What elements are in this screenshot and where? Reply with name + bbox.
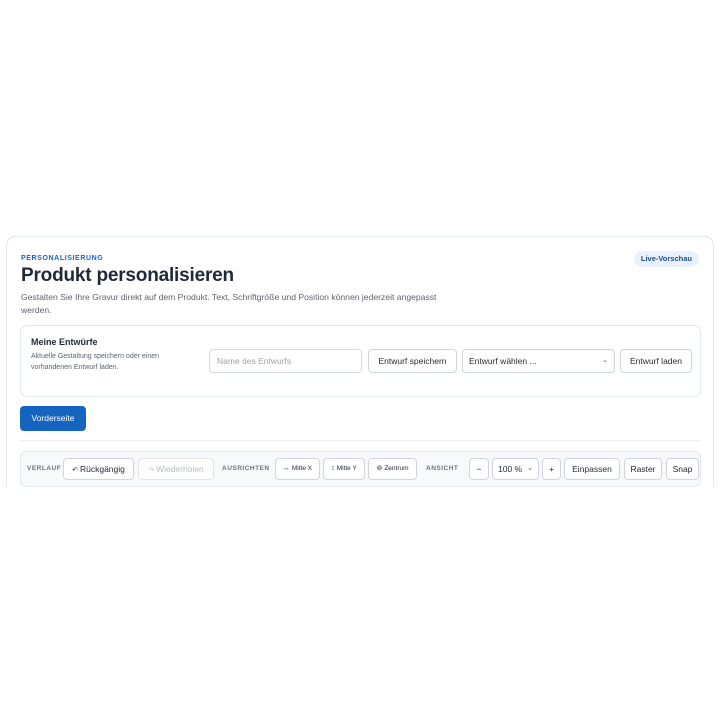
load-draft-button[interactable]: Entwurf laden (620, 349, 692, 373)
zoom-out-button[interactable]: − (469, 458, 489, 480)
zoom-in-button[interactable]: + (542, 458, 561, 480)
zoom-value: 100 % (498, 464, 523, 474)
tab-front-side[interactable]: Vorderseite (20, 406, 86, 431)
center-button[interactable]: ⊚ Zentrum (368, 458, 417, 480)
personalization-card: PERSONALISIERUNG Live-Vorschau Produkt p… (6, 236, 714, 496)
page-title: Produkt personalisieren (21, 265, 234, 286)
center-x-button[interactable]: ↔ Mitte X (275, 458, 320, 480)
redo-button[interactable]: ↷ Wiederholen (138, 458, 214, 480)
editor-toolbar: VERLAUF ↶ Rückgängig ↷ Wiederholen AUSRICH… (20, 451, 701, 487)
target-icon: ⊚ (376, 465, 383, 472)
empty-area (0, 487, 720, 720)
drafts-title: Meine Entwürfe (31, 337, 98, 347)
undo-button[interactable]: ↶ Rückgängig (63, 458, 134, 480)
horizontal-arrows-icon: ↔ (282, 465, 290, 472)
snap-toggle-button[interactable]: Snap (666, 458, 699, 480)
vertical-arrows-icon: ↕ (331, 465, 335, 472)
page-subtitle: Gestalten Sie Ihre Gravur direkt auf dem… (21, 292, 437, 315)
chevron-down-icon: ⌄ (527, 465, 533, 472)
live-preview-badge: Live-Vorschau (633, 251, 699, 267)
section-eyebrow: PERSONALISIERUNG (21, 255, 104, 262)
redo-arrow-icon: ↷ (148, 467, 155, 474)
history-label: VERLAUF (27, 465, 62, 472)
zoom-select[interactable]: 100 % ⌄ (492, 458, 539, 480)
draft-name-input[interactable] (209, 349, 362, 373)
grid-toggle-button[interactable]: Raster (624, 458, 662, 480)
save-draft-button[interactable]: Entwurf speichern (368, 349, 457, 373)
view-label: ANSICHT (426, 465, 459, 472)
chevron-down-icon: ⌄ (602, 357, 608, 364)
fit-button[interactable]: Einpassen (564, 458, 620, 480)
draft-select-value: Entwurf wählen ... (469, 356, 537, 366)
center-y-button[interactable]: ↕ Mitte Y (323, 458, 365, 480)
divider (20, 440, 701, 441)
drafts-description: Aktuelle Gestaltung speichern oder einen… (31, 353, 160, 371)
align-label: AUSRICHTEN (222, 465, 270, 472)
drafts-panel: Meine Entwürfe Aktuelle Gestaltung speic… (20, 325, 701, 397)
draft-select[interactable]: Entwurf wählen ... ⌄ (462, 349, 615, 373)
undo-arrow-icon: ↶ (72, 467, 78, 474)
